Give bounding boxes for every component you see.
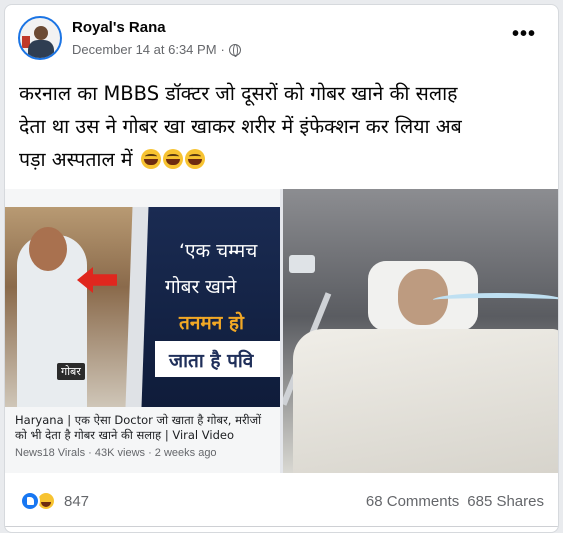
haha-emoji-icon [184,149,205,169]
post-header: Royal's Rana December 14 at 6:34 PM · ••… [5,5,558,71]
video-source: News18 Virals · 43K views · 2 weeks ago [15,447,217,459]
post-text-line: पड़ा अस्पताल में [19,143,549,176]
like-reaction-icon [20,491,40,511]
bed-sheet [293,329,558,473]
avatar-face [34,26,48,40]
post-text-line: करनाल का MBBS डॉक्टर जो दूसरों को गोबर ख… [19,82,458,105]
post-card: Royal's Rana December 14 at 6:34 PM · ••… [4,4,559,533]
post-text-line: देता था उस ने गोबर खा खाकर शरीर में इंफे… [19,115,462,138]
headline-line-1: ‘एक चम्मच [179,240,258,262]
meta-separator: · [220,42,225,57]
reactions-summary[interactable]: 847 [20,491,89,511]
avatar-body [28,40,54,58]
post-media: गोबर ‘एक चम्मच गोबर खाने तनमन हो जाता है… [5,189,558,473]
more-options-button[interactable]: ••• [512,23,536,46]
post-text: करनाल का MBBS डॉक्टर जो दूसरों को गोबर ख… [19,77,549,176]
hospital-photo[interactable] [283,189,558,473]
haha-emoji-icon [140,149,161,169]
headline-line-3: तनमन हो [179,312,244,334]
engagement-stats: 68 Comments 685 Shares [366,493,544,510]
haha-emoji-icon [162,149,183,169]
headline-line-4: जाता है पवि [169,350,254,372]
headline-line-2: गोबर खाने [165,276,237,298]
overlay-label: गोबर [57,363,85,380]
author-name[interactable]: Royal's Rana [72,19,166,36]
news-thumbnail: गोबर ‘एक चम्मच गोबर खाने तनमन हो जाता है… [5,207,280,407]
avatar[interactable] [18,16,62,60]
video-caption: Haryana | एक ऐसा Doctor जो खाता है गोबर,… [15,413,262,442]
globe-icon [228,43,241,57]
post-date[interactable]: December 14 at 6:34 PM [72,42,217,57]
post-meta: December 14 at 6:34 PM · [72,42,241,57]
shares-count[interactable]: 685 Shares [467,493,544,510]
oxygen-tube [433,293,558,307]
reaction-count: 847 [64,492,90,510]
doctor-head [29,227,67,271]
post-footer: 847 68 Comments 685 Shares [5,483,558,527]
monitor-shape [289,255,315,273]
comments-count[interactable]: 68 Comments [366,493,459,510]
news-screenshot[interactable]: गोबर ‘एक चम्मच गोबर खाने तनमन हो जाता है… [5,189,280,473]
